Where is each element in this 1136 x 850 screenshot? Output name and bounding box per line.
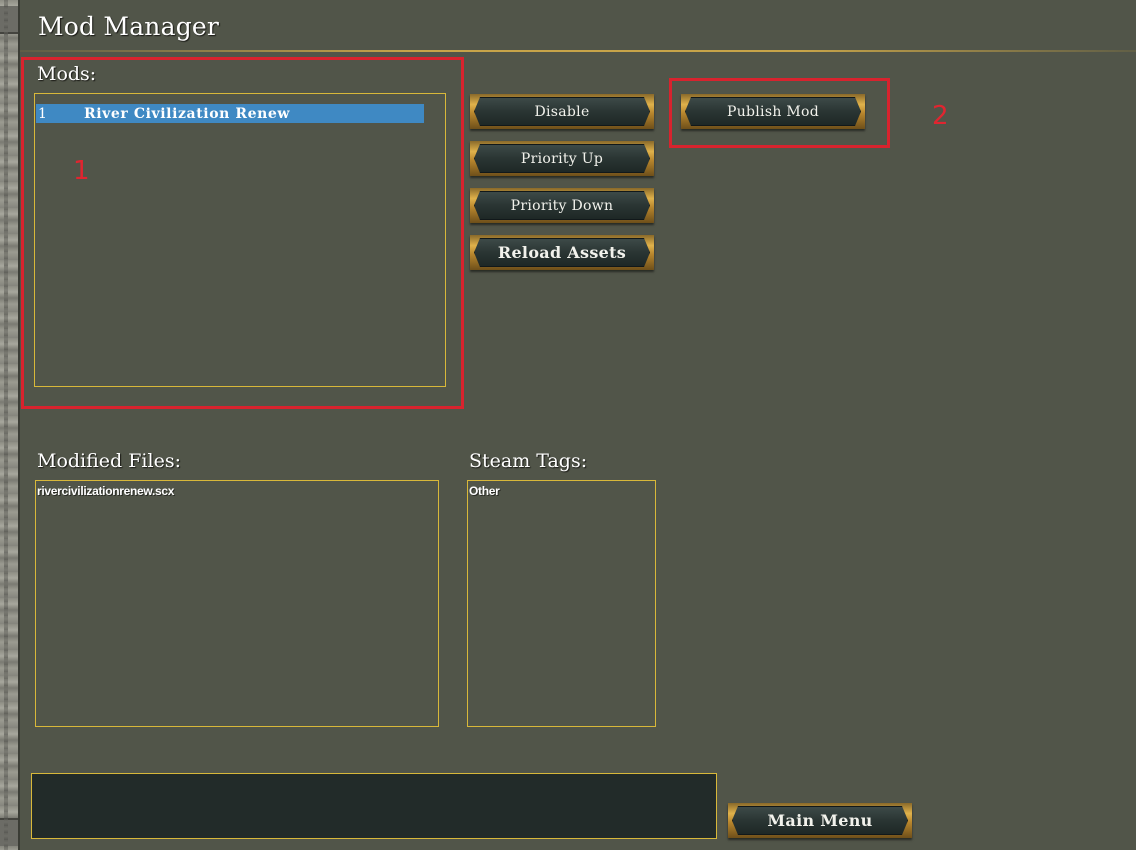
main-menu-button[interactable]: Main Menu [728,803,912,838]
disable-button[interactable]: Disable [470,94,654,129]
tag-list-item: Other [469,484,500,498]
modified-files-list[interactable]: rivercivilizationrenew.scx [35,480,439,727]
priority-down-button-label: Priority Down [474,191,650,220]
annotation-box-publish [669,78,890,148]
steam-tags-label: Steam Tags: [469,450,588,472]
title-divider [20,50,1136,52]
disable-button-label: Disable [474,97,650,126]
border-notch-bottom [0,818,18,846]
border-notch-top [0,6,18,34]
file-list-item: rivercivilizationrenew.scx [37,484,175,498]
priority-down-button[interactable]: Priority Down [470,188,654,223]
main-menu-button-label: Main Menu [732,806,908,835]
priority-up-button-label: Priority Up [474,144,650,173]
reload-assets-button-label: Reload Assets [474,238,650,267]
modified-files-label: Modified Files: [37,450,181,472]
annotation-label-2: 2 [932,101,949,131]
message-box [31,773,717,839]
annotation-box-mods [21,57,464,409]
page-title: Mod Manager [38,12,220,41]
steam-tags-list[interactable]: Other [467,480,656,727]
annotation-label-1: 1 [73,156,90,186]
stone-border [0,0,20,850]
priority-up-button[interactable]: Priority Up [470,141,654,176]
reload-assets-button[interactable]: Reload Assets [470,235,654,270]
